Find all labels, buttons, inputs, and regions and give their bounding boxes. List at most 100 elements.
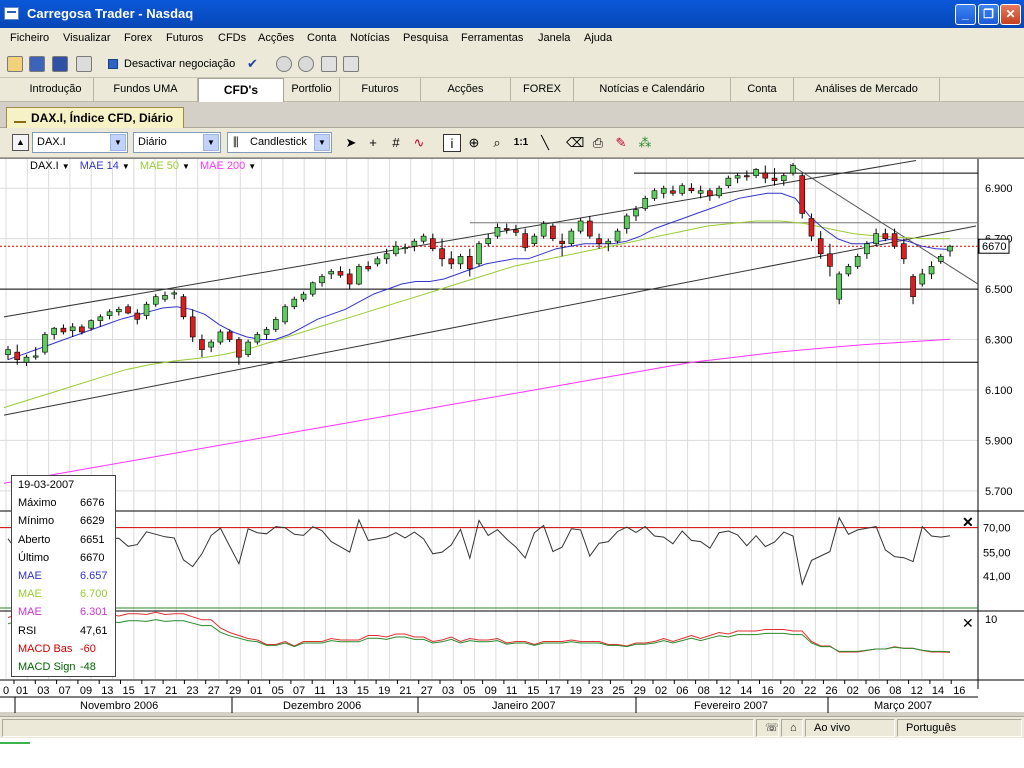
tab-futuros[interactable]: Futuros xyxy=(340,78,421,101)
chart-legend: DAX.I ▼ MAE 14 ▼ MAE 50 ▼ MAE 200 ▼ xyxy=(30,160,266,172)
tab-noticias-calendario[interactable]: Notícias e Calendário xyxy=(574,78,731,101)
menu-pesquisa[interactable]: Pesquisa xyxy=(403,32,448,44)
menu-noticias[interactable]: Notícias xyxy=(350,32,390,44)
candle xyxy=(23,356,30,363)
menu-janela[interactable]: Janela xyxy=(538,32,570,44)
candle xyxy=(503,228,510,231)
candle xyxy=(697,190,704,194)
menu-futuros[interactable]: Futuros xyxy=(166,32,203,44)
candle xyxy=(817,238,824,255)
document-tab-dax[interactable]: DAX.I, Índice CFD, Diário xyxy=(6,107,184,128)
price-axis-label: 6.100 xyxy=(985,385,1013,397)
forward-icon[interactable] xyxy=(298,56,314,72)
chart-options-icon[interactable]: ⁂ xyxy=(636,134,654,152)
legend-item[interactable]: MAE 14 ▼ xyxy=(80,160,130,172)
open-folder-icon[interactable] xyxy=(7,56,23,72)
candle xyxy=(928,266,935,275)
restore-icon[interactable]: ❐ xyxy=(978,4,999,25)
candle xyxy=(300,293,307,300)
print-chart-icon[interactable]: ⎙ xyxy=(589,134,607,152)
status-language[interactable]: Português xyxy=(897,719,1022,737)
legend-item[interactable]: MAE 200 ▼ xyxy=(200,160,256,172)
menu-accoes[interactable]: Acções xyxy=(258,32,294,44)
menu-forex[interactable]: Forex xyxy=(124,32,152,44)
candle xyxy=(790,165,796,174)
pointer-icon[interactable]: ➤ xyxy=(342,134,360,152)
zoom-reset-icon[interactable]: 1:1 xyxy=(512,134,530,152)
menu-visualizar[interactable]: Visualizar xyxy=(63,32,111,44)
info-value: -60 xyxy=(80,642,96,655)
tab-cfds[interactable]: CFD's xyxy=(198,78,284,102)
save-icon[interactable] xyxy=(29,56,45,72)
menu-ajuda[interactable]: Ajuda xyxy=(584,32,612,44)
date-label: 13 xyxy=(101,685,113,697)
date-label: 08 xyxy=(698,685,710,697)
price-chart[interactable]: 6.900 6.700 6.500 6.300 6.100 5.900 5.700 6670 7… xyxy=(0,159,1024,713)
menu-cfds[interactable]: CFDs xyxy=(218,32,246,44)
grid-icon[interactable]: # xyxy=(387,134,405,152)
candle xyxy=(420,235,427,242)
chart-toolbar: ▲ DAX.I ▼ Diário ▼ ⫼ Candlestick ▼ ➤ + # ∿ i… xyxy=(0,128,1024,158)
zoom-icon[interactable]: ⌕ xyxy=(488,134,506,152)
indicator-icon[interactable]: ∿ xyxy=(410,134,428,152)
refresh-icon[interactable] xyxy=(343,56,359,72)
crosshair-icon[interactable]: + xyxy=(364,134,382,152)
info-row: RSI 47,61 xyxy=(18,625,114,637)
tab-introducao[interactable]: Introdução xyxy=(18,78,94,101)
check-icon[interactable]: ✔ xyxy=(247,56,258,72)
status-lock-icon: ⌂ xyxy=(781,719,803,737)
back-icon[interactable] xyxy=(276,56,292,72)
close-icon[interactable]: ✕ xyxy=(1000,4,1021,25)
save-all-icon[interactable] xyxy=(52,56,68,72)
chart-style-select[interactable]: ⫼ Candlestick ▼ xyxy=(227,132,332,153)
close-rsi-icon[interactable]: ✕ xyxy=(962,514,974,531)
zoom-area-icon[interactable]: ⊕ xyxy=(465,134,483,152)
candle xyxy=(319,276,325,284)
candle xyxy=(707,190,713,197)
settings-icon[interactable]: ✎ xyxy=(612,134,630,152)
chevron-down-icon[interactable]: ▼ xyxy=(62,162,70,171)
tab-fundos-uma[interactable]: Fundos UMA xyxy=(94,78,198,101)
candle xyxy=(937,256,944,262)
deactivate-trading-label[interactable]: Desactivar negociação xyxy=(124,58,235,70)
tab-analises-mercado[interactable]: Análises de Mercado xyxy=(794,78,940,101)
collapse-up-icon[interactable]: ▲ xyxy=(12,134,29,151)
date-label: 14 xyxy=(740,685,752,697)
print-icon[interactable] xyxy=(76,56,92,72)
menu-ficheiro[interactable]: Ficheiro xyxy=(10,32,49,44)
chevron-down-icon[interactable]: ▼ xyxy=(182,162,190,171)
info-value: 6.657 xyxy=(80,570,108,582)
candle xyxy=(568,230,575,244)
chart-style-value: Candlestick xyxy=(250,136,307,148)
legend-item[interactable]: DAX.I ▼ xyxy=(30,160,70,172)
menu-ferramentas[interactable]: Ferramentas xyxy=(461,32,523,44)
tab-forex[interactable]: FOREX xyxy=(511,78,574,101)
main-tabs: Introdução Fundos UMA CFD's Portfolio Fu… xyxy=(0,78,1024,102)
status-live: Ao vivo xyxy=(805,719,895,737)
info-value: 6651 xyxy=(80,533,105,546)
tab-conta[interactable]: Conta xyxy=(731,78,794,101)
info-icon[interactable]: i xyxy=(443,134,461,152)
period-select[interactable]: Diário ▼ xyxy=(133,132,221,153)
status-connection-icon: ☏ xyxy=(756,719,779,737)
eraser-icon[interactable]: ⌫ xyxy=(566,134,584,152)
tab-portfolio[interactable]: Portfolio xyxy=(284,78,340,101)
info-label: MAE xyxy=(18,588,42,601)
menu-bar: Ficheiro Visualizar Forex Futuros CFDs A… xyxy=(0,28,1024,50)
date-label: 15 xyxy=(527,685,539,697)
candle xyxy=(226,331,233,340)
stop-icon[interactable] xyxy=(321,56,337,72)
legend-item[interactable]: MAE 50 ▼ xyxy=(140,160,190,172)
line-tool-icon[interactable]: ╲ xyxy=(536,134,554,152)
symbol-select[interactable]: DAX.I ▼ xyxy=(32,132,128,153)
chevron-down-icon[interactable]: ▼ xyxy=(122,162,130,171)
chevron-down-icon[interactable]: ▼ xyxy=(248,162,256,171)
chart-area[interactable]: 6.900 6.700 6.500 6.300 6.100 5.900 5.700 6670 7… xyxy=(0,158,1024,713)
tab-accoes[interactable]: Acções xyxy=(421,78,511,101)
price-axis-label: 6.500 xyxy=(985,284,1013,296)
deactivate-trading-icon[interactable] xyxy=(108,59,118,69)
candle xyxy=(448,258,455,265)
menu-conta[interactable]: Conta xyxy=(307,32,336,44)
close-macd-icon[interactable]: ✕ xyxy=(962,615,974,632)
minimize-icon[interactable]: _ xyxy=(955,4,976,25)
